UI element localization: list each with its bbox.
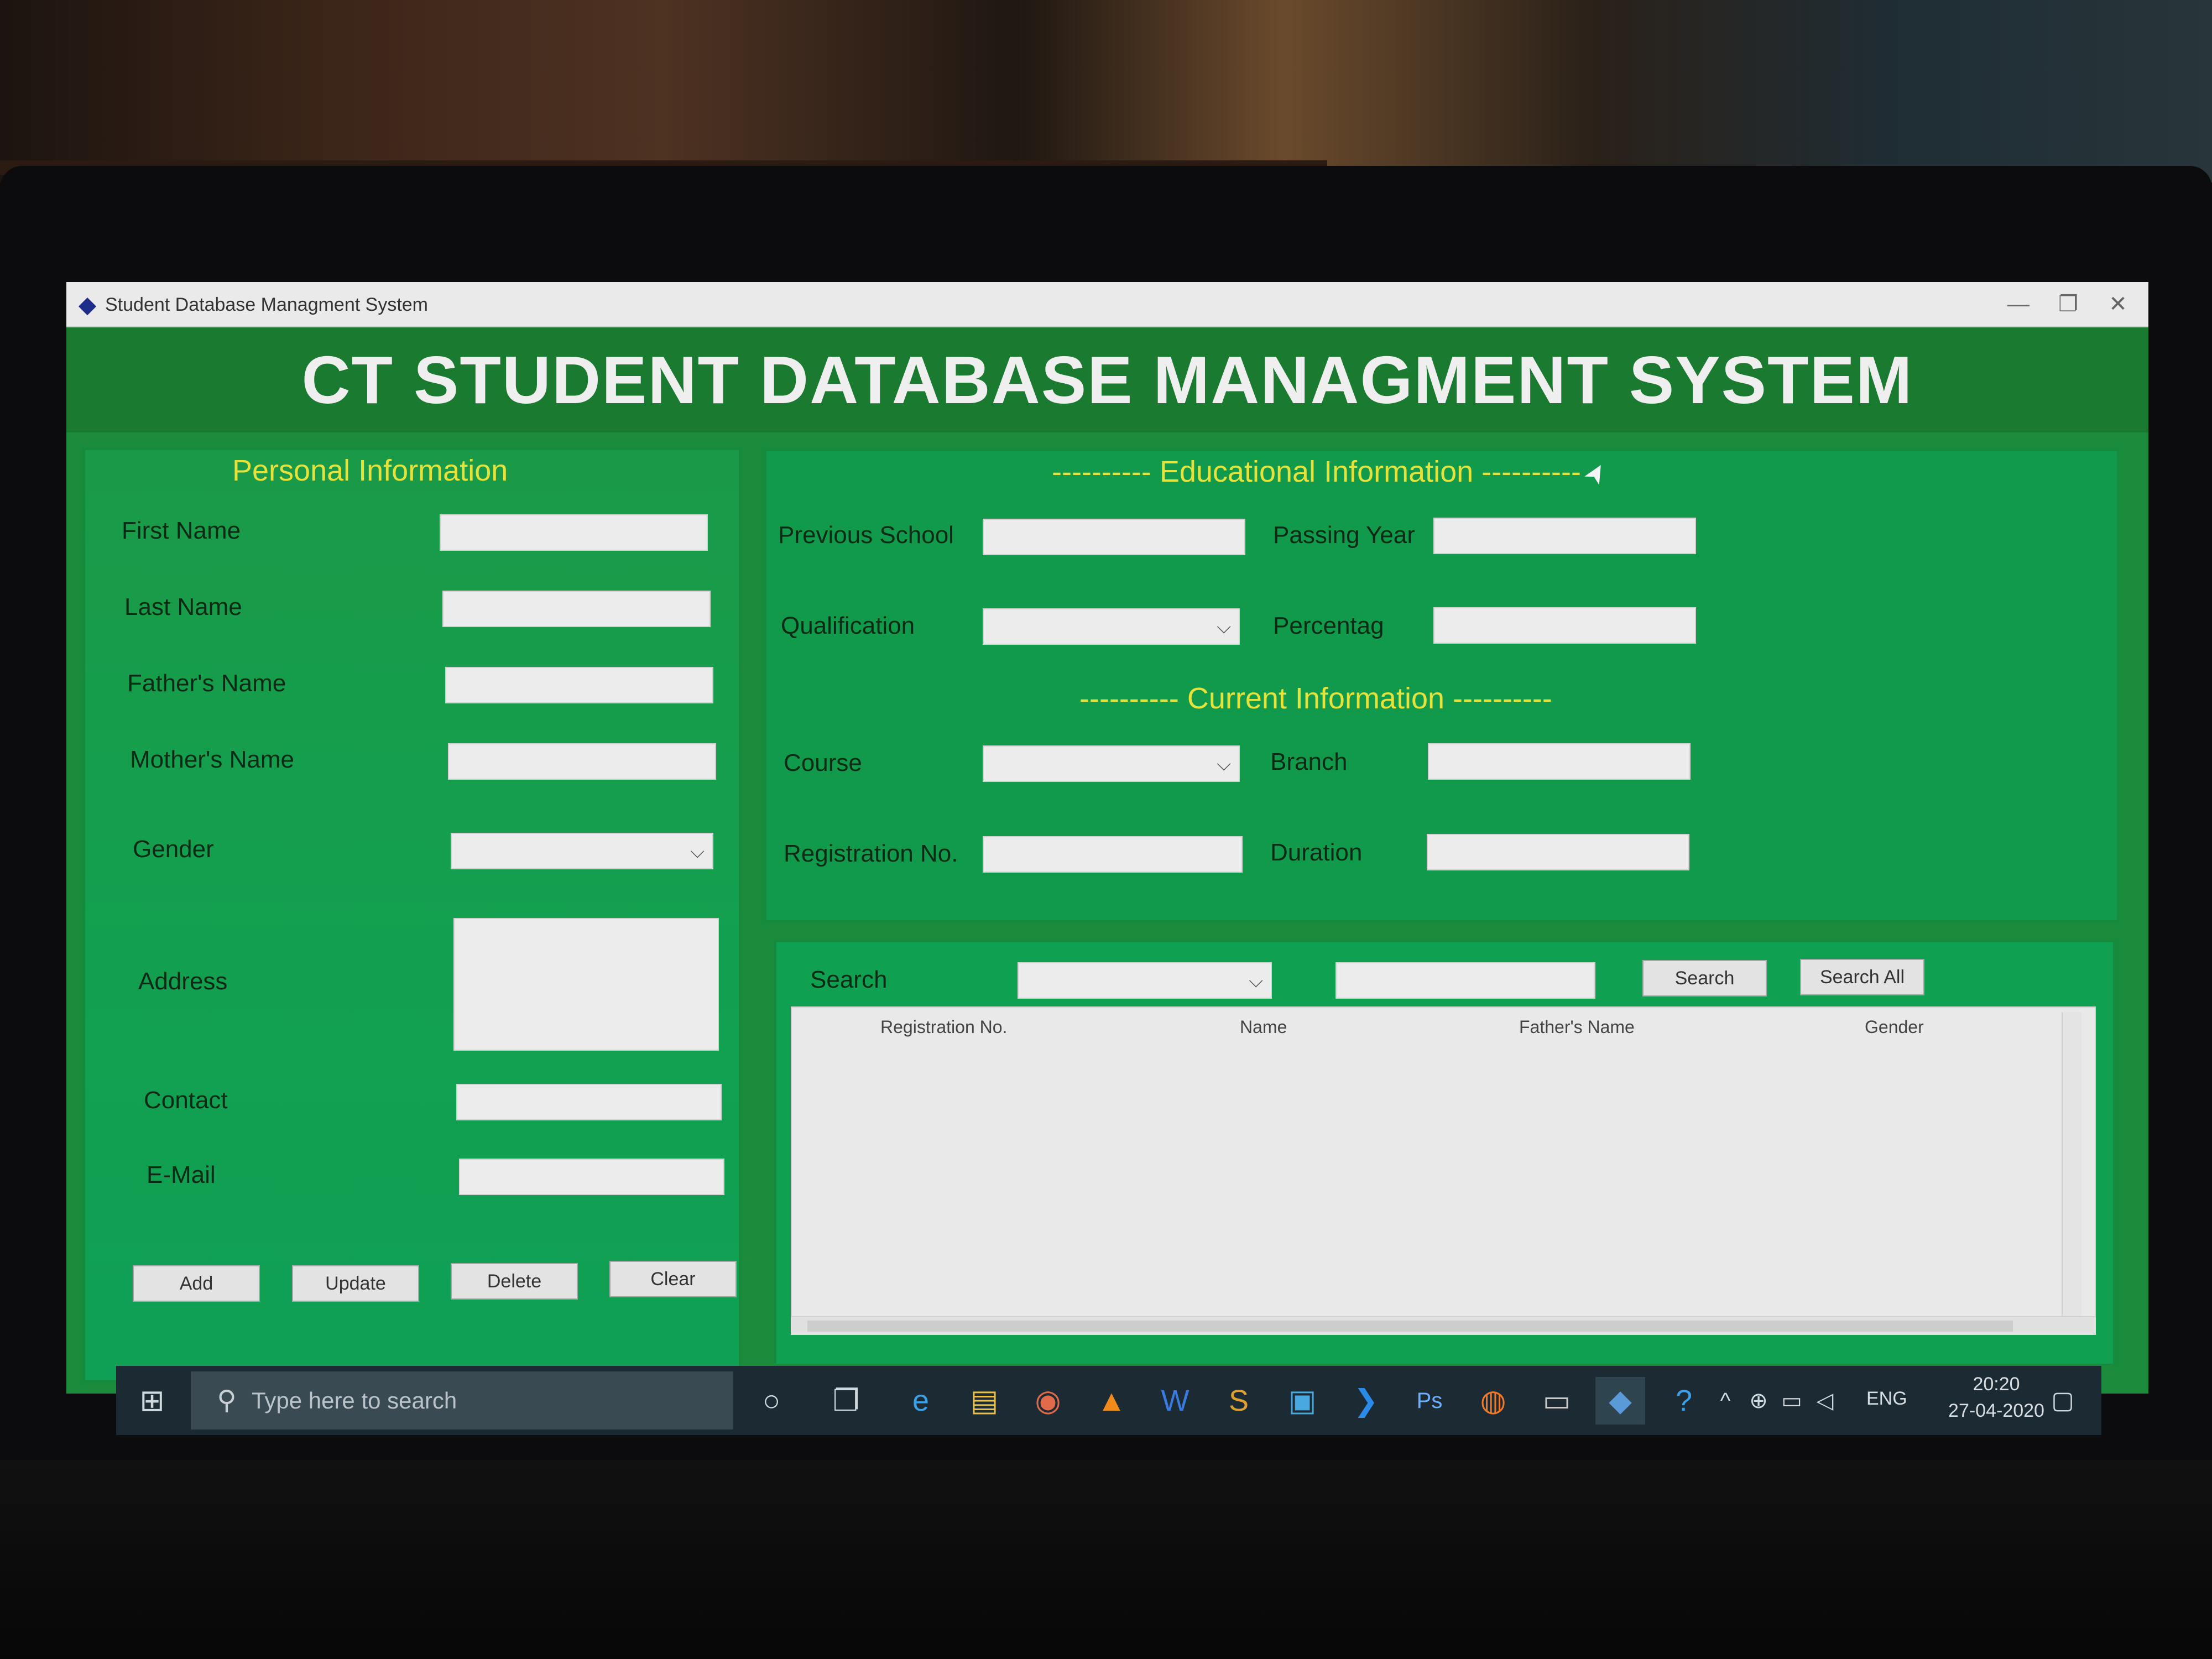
- previous-school-input[interactable]: [983, 519, 1245, 555]
- word-icon[interactable]: W: [1150, 1377, 1200, 1425]
- personal-info-heading: Personal Information: [232, 454, 508, 487]
- contact-input[interactable]: [456, 1084, 722, 1120]
- first-name-input[interactable]: [440, 514, 708, 551]
- personal-info-panel: Personal Information First Name Last Nam…: [83, 448, 741, 1383]
- cortana-icon[interactable]: ○: [747, 1377, 796, 1425]
- vlc-icon[interactable]: ▲: [1087, 1377, 1136, 1425]
- column-header-gender[interactable]: Gender: [1865, 1013, 1924, 1041]
- delete-button[interactable]: Delete: [451, 1263, 578, 1300]
- percentage-input[interactable]: [1433, 607, 1696, 644]
- qualification-label: Qualification: [781, 612, 915, 639]
- horizontal-scrollbar-thumb[interactable]: [807, 1321, 2013, 1332]
- search-all-button[interactable]: Search All: [1800, 959, 1924, 995]
- education-panel: ---------- Educational Information -----…: [764, 449, 2119, 922]
- course-select[interactable]: ⌵: [983, 745, 1240, 782]
- terminal-icon[interactable]: ▭: [1532, 1377, 1582, 1425]
- vscode-icon[interactable]: ❯: [1341, 1377, 1391, 1425]
- educational-info-heading: ---------- Educational Information -----…: [1052, 455, 1581, 488]
- last-name-input[interactable]: [442, 591, 711, 627]
- laptop-bottom: [0, 1460, 2212, 1659]
- banner-title: CT STUDENT DATABASE MANAGMENT SYSTEM: [301, 342, 1913, 418]
- passing-year-label: Passing Year: [1273, 521, 1415, 549]
- tray-expand-icon[interactable]: ^: [1709, 1377, 1742, 1425]
- fathers-name-label: Father's Name: [127, 670, 286, 697]
- chevron-down-icon: ⌵: [1217, 754, 1231, 775]
- close-button[interactable]: ✕: [2085, 288, 2148, 321]
- current-info-heading: ---------- Current Information ---------…: [1079, 682, 1552, 715]
- search-label: Search: [810, 966, 888, 993]
- duration-label: Duration: [1270, 839, 1363, 866]
- contact-label: Contact: [144, 1087, 228, 1114]
- file-explorer-icon[interactable]: ▤: [959, 1377, 1009, 1425]
- email-label: E-Mail: [147, 1161, 216, 1188]
- mothers-name-label: Mother's Name: [130, 746, 294, 773]
- address-textarea[interactable]: [453, 918, 719, 1051]
- language-indicator[interactable]: ENG: [1866, 1388, 1907, 1410]
- registration-no-label: Registration No.: [784, 840, 958, 867]
- address-label: Address: [138, 968, 228, 995]
- notification-icon[interactable]: ▢: [2041, 1377, 2085, 1425]
- title-bar: ◆ Student Database Managment System — ❐ …: [66, 282, 2148, 327]
- clear-button[interactable]: Clear: [609, 1261, 737, 1297]
- column-header-fathers-name[interactable]: Father's Name: [1519, 1013, 1635, 1041]
- chevron-down-icon: ⌵: [1217, 617, 1231, 638]
- remote-desktop-icon[interactable]: ▣: [1277, 1377, 1327, 1425]
- taskbar-search-placeholder: Type here to search: [252, 1387, 457, 1413]
- column-header-registration-no[interactable]: Registration No.: [880, 1013, 1007, 1041]
- passing-year-input[interactable]: [1433, 518, 1696, 554]
- qualification-select[interactable]: ⌵: [983, 608, 1240, 645]
- vertical-scrollbar[interactable]: [2062, 1012, 2081, 1316]
- task-view-icon[interactable]: ❐: [821, 1377, 871, 1425]
- duration-input[interactable]: [1427, 834, 1689, 870]
- gender-label: Gender: [133, 836, 214, 863]
- results-table[interactable]: Registration No. Name Father's Name Gend…: [791, 1006, 2096, 1327]
- chevron-down-icon: ⌵: [690, 841, 705, 862]
- last-name-label: Last Name: [124, 593, 242, 620]
- course-label: Course: [784, 749, 862, 776]
- percentage-label: Percentag: [1273, 612, 1384, 639]
- windows-start-icon[interactable]: ⊞: [127, 1377, 177, 1425]
- registration-no-input[interactable]: [983, 836, 1243, 873]
- background-shelf: [0, 0, 2212, 182]
- branch-input[interactable]: [1428, 743, 1691, 780]
- edge-icon[interactable]: e: [896, 1377, 946, 1425]
- sublime-icon[interactable]: S: [1214, 1377, 1264, 1425]
- feather-icon: ◆: [78, 291, 97, 317]
- branch-label: Branch: [1270, 748, 1348, 775]
- previous-school-label: Previous School: [778, 521, 954, 549]
- battery-icon[interactable]: ▭: [1775, 1377, 1808, 1425]
- taskbar-search-box[interactable]: ⚲ Type here to search: [191, 1371, 733, 1430]
- update-button[interactable]: Update: [292, 1265, 419, 1302]
- network-icon[interactable]: ⊕: [1742, 1377, 1775, 1425]
- volume-icon[interactable]: ◁: [1808, 1377, 1841, 1425]
- search-button[interactable]: Search: [1642, 960, 1767, 997]
- search-text-input[interactable]: [1335, 962, 1595, 999]
- help-icon[interactable]: ?: [1659, 1377, 1709, 1425]
- mothers-name-input[interactable]: [448, 743, 716, 780]
- fathers-name-input[interactable]: [445, 667, 713, 703]
- taskbar: ⊞ ⚲ Type here to search ○ ❐ e ▤ ◉ ▲ W S …: [116, 1366, 2101, 1435]
- banner: CT STUDENT DATABASE MANAGMENT SYSTEM: [66, 327, 2148, 432]
- email-input[interactable]: [459, 1159, 724, 1195]
- window-title: Student Database Managment System: [105, 294, 428, 315]
- chevron-down-icon: ⌵: [1249, 971, 1263, 992]
- search-by-select[interactable]: ⌵: [1018, 962, 1272, 999]
- gender-select[interactable]: ⌵: [451, 833, 713, 869]
- firefox-icon[interactable]: ◍: [1468, 1377, 1518, 1425]
- add-button[interactable]: Add: [133, 1265, 260, 1302]
- clock-date[interactable]: 27-04-2020: [1936, 1400, 2057, 1422]
- chrome-icon[interactable]: ◉: [1023, 1377, 1073, 1425]
- clock-time[interactable]: 20:20: [1947, 1374, 2046, 1395]
- python-icon[interactable]: ◆: [1595, 1377, 1645, 1425]
- column-header-name[interactable]: Name: [1240, 1013, 1287, 1041]
- photoshop-icon[interactable]: Ps: [1405, 1377, 1454, 1425]
- search-icon: ⚲: [217, 1386, 237, 1415]
- first-name-label: First Name: [122, 517, 241, 544]
- horizontal-scrollbar[interactable]: [791, 1316, 2096, 1335]
